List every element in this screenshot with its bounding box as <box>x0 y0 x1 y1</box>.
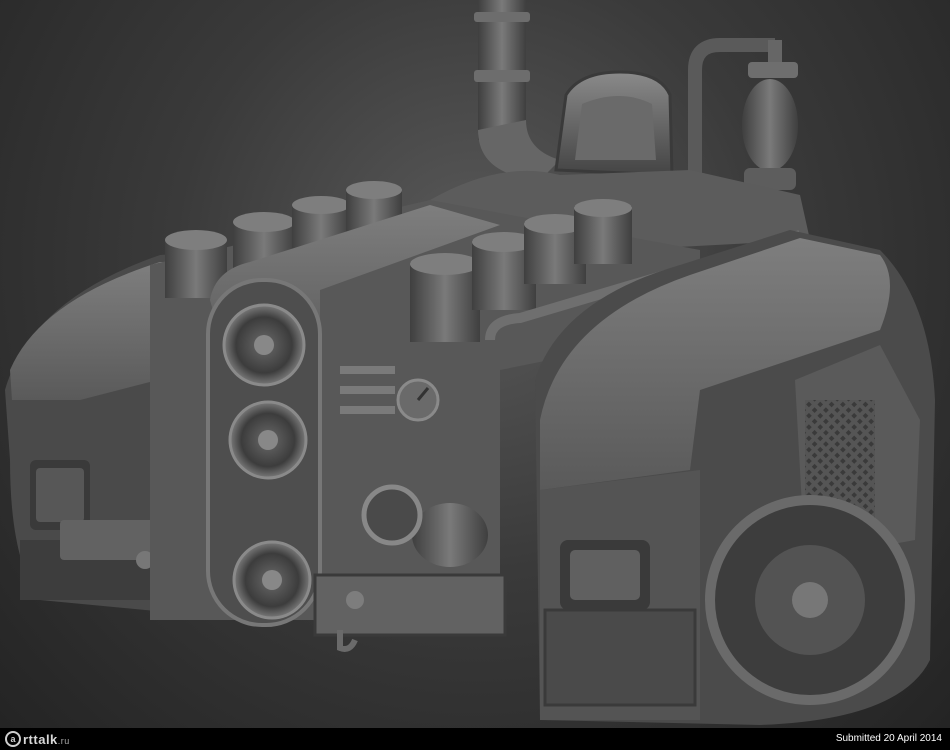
boiler <box>412 503 488 567</box>
logo-text: rttalk.ru <box>23 731 70 747</box>
front-bumper <box>313 573 507 637</box>
site-logo[interactable]: a rttalk.ru <box>5 730 70 748</box>
render-viewport <box>5 0 935 725</box>
lantern <box>688 38 798 195</box>
right-track <box>535 230 935 725</box>
chimney <box>474 0 560 180</box>
seat <box>554 70 674 177</box>
submitted-date: Submitted 20 April 2014 <box>835 733 942 744</box>
footer-bar: a rttalk.ru Submitted 20 April 2014 <box>0 728 950 750</box>
logo-mark-icon: a <box>5 731 21 747</box>
